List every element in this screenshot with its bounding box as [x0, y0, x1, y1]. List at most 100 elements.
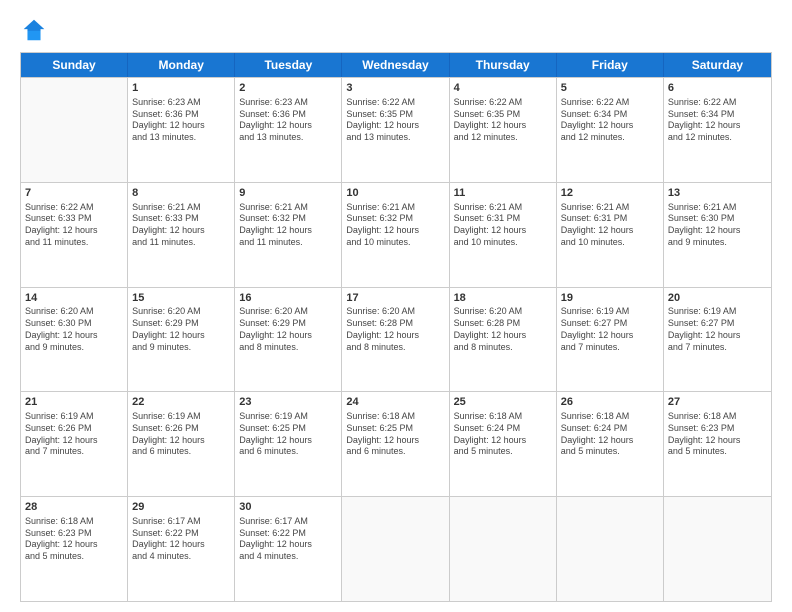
- cell-info: Sunrise: 6:18 AM Sunset: 6:25 PM Dayligh…: [346, 411, 444, 458]
- cell-info: Sunrise: 6:21 AM Sunset: 6:32 PM Dayligh…: [346, 202, 444, 249]
- cell-day-number: 15: [132, 291, 230, 306]
- cell-info: Sunrise: 6:18 AM Sunset: 6:23 PM Dayligh…: [668, 411, 767, 458]
- cell-info: Sunrise: 6:18 AM Sunset: 6:24 PM Dayligh…: [454, 411, 552, 458]
- cell-info: Sunrise: 6:21 AM Sunset: 6:33 PM Dayligh…: [132, 202, 230, 249]
- cell-day-number: 29: [132, 500, 230, 515]
- cell-info: Sunrise: 6:20 AM Sunset: 6:28 PM Dayligh…: [346, 306, 444, 353]
- calendar-body: 1 Sunrise: 6:23 AM Sunset: 6:36 PM Daylig…: [21, 77, 771, 601]
- cal-cell: 20Sunrise: 6:19 AM Sunset: 6:27 PM Dayli…: [664, 288, 771, 392]
- cell-info: Sunrise: 6:17 AM Sunset: 6:22 PM Dayligh…: [239, 516, 337, 563]
- cal-cell: 12Sunrise: 6:21 AM Sunset: 6:31 PM Dayli…: [557, 183, 664, 287]
- cell-day-number: 20: [668, 291, 767, 306]
- header-day-saturday: Saturday: [664, 53, 771, 77]
- cal-cell: [342, 497, 449, 601]
- cal-cell: 16Sunrise: 6:20 AM Sunset: 6:29 PM Dayli…: [235, 288, 342, 392]
- cell-info: Sunrise: 6:17 AM Sunset: 6:22 PM Dayligh…: [132, 516, 230, 563]
- cell-day-number: 14: [25, 291, 123, 306]
- cell-day-number: 7: [25, 186, 123, 201]
- cal-cell: 19Sunrise: 6:19 AM Sunset: 6:27 PM Dayli…: [557, 288, 664, 392]
- cal-cell: 7Sunrise: 6:22 AM Sunset: 6:33 PM Daylig…: [21, 183, 128, 287]
- page: SundayMondayTuesdayWednesdayThursdayFrid…: [0, 0, 792, 612]
- cal-cell: 18Sunrise: 6:20 AM Sunset: 6:28 PM Dayli…: [450, 288, 557, 392]
- cell-info: Sunrise: 6:19 AM Sunset: 6:26 PM Dayligh…: [132, 411, 230, 458]
- cell-day-number: 28: [25, 500, 123, 515]
- cell-day-number: 21: [25, 395, 123, 410]
- logo: [20, 16, 52, 44]
- cell-day-number: 19: [561, 291, 659, 306]
- cell-day-number: 18: [454, 291, 552, 306]
- cal-cell: 24Sunrise: 6:18 AM Sunset: 6:25 PM Dayli…: [342, 392, 449, 496]
- week-row-2: 14Sunrise: 6:20 AM Sunset: 6:30 PM Dayli…: [21, 287, 771, 392]
- week-row-3: 21Sunrise: 6:19 AM Sunset: 6:26 PM Dayli…: [21, 391, 771, 496]
- cal-cell: 28Sunrise: 6:18 AM Sunset: 6:23 PM Dayli…: [21, 497, 128, 601]
- cell-info: Sunrise: 6:20 AM Sunset: 6:28 PM Dayligh…: [454, 306, 552, 353]
- cell-day-number: 8: [132, 186, 230, 201]
- cal-cell: [450, 497, 557, 601]
- header-day-friday: Friday: [557, 53, 664, 77]
- cell-day-number: 27: [668, 395, 767, 410]
- header: [20, 16, 772, 44]
- cal-cell: 21Sunrise: 6:19 AM Sunset: 6:26 PM Dayli…: [21, 392, 128, 496]
- calendar-header: SundayMondayTuesdayWednesdayThursdayFrid…: [21, 53, 771, 77]
- cal-cell: [664, 497, 771, 601]
- cell-info: Sunrise: 6:21 AM Sunset: 6:31 PM Dayligh…: [454, 202, 552, 249]
- cal-cell: 10Sunrise: 6:21 AM Sunset: 6:32 PM Dayli…: [342, 183, 449, 287]
- cell-day-number: 1: [132, 81, 230, 96]
- cal-cell: 30Sunrise: 6:17 AM Sunset: 6:22 PM Dayli…: [235, 497, 342, 601]
- header-day-monday: Monday: [128, 53, 235, 77]
- cal-cell: 29Sunrise: 6:17 AM Sunset: 6:22 PM Dayli…: [128, 497, 235, 601]
- cell-day-number: 3: [346, 81, 444, 96]
- cal-cell: 15Sunrise: 6:20 AM Sunset: 6:29 PM Dayli…: [128, 288, 235, 392]
- cell-info: Sunrise: 6:21 AM Sunset: 6:32 PM Dayligh…: [239, 202, 337, 249]
- cell-day-number: 12: [561, 186, 659, 201]
- cal-cell: 11Sunrise: 6:21 AM Sunset: 6:31 PM Dayli…: [450, 183, 557, 287]
- cell-info: Sunrise: 6:22 AM Sunset: 6:33 PM Dayligh…: [25, 202, 123, 249]
- header-day-sunday: Sunday: [21, 53, 128, 77]
- cell-day-number: 10: [346, 186, 444, 201]
- week-row-0: 1 Sunrise: 6:23 AM Sunset: 6:36 PM Daylig…: [21, 77, 771, 182]
- cell-day-number: 23: [239, 395, 337, 410]
- cell-day-number: 16: [239, 291, 337, 306]
- cal-cell: 14Sunrise: 6:20 AM Sunset: 6:30 PM Dayli…: [21, 288, 128, 392]
- week-row-1: 7Sunrise: 6:22 AM Sunset: 6:33 PM Daylig…: [21, 182, 771, 287]
- cell-info: Sunrise: 6:19 AM Sunset: 6:26 PM Dayligh…: [25, 411, 123, 458]
- cell-day-number: 24: [346, 395, 444, 410]
- cell-info: Sunrise: 6:20 AM Sunset: 6:30 PM Dayligh…: [25, 306, 123, 353]
- cell-day-number: 30: [239, 500, 337, 515]
- cal-cell: 23Sunrise: 6:19 AM Sunset: 6:25 PM Dayli…: [235, 392, 342, 496]
- cell-day-number: 9: [239, 186, 337, 201]
- cal-cell: [557, 497, 664, 601]
- cal-cell: 4Sunrise: 6:22 AM Sunset: 6:35 PM Daylig…: [450, 78, 557, 182]
- cell-info: Sunrise: 6:22 AM Sunset: 6:35 PM Dayligh…: [346, 97, 444, 144]
- cell-info: Sunrise: 6:20 AM Sunset: 6:29 PM Dayligh…: [132, 306, 230, 353]
- cell-info: Sunrise: 6:22 AM Sunset: 6:35 PM Dayligh…: [454, 97, 552, 144]
- cell-day-number: 25: [454, 395, 552, 410]
- header-day-wednesday: Wednesday: [342, 53, 449, 77]
- cell-day-number: 6: [668, 81, 767, 96]
- cal-cell: 25Sunrise: 6:18 AM Sunset: 6:24 PM Dayli…: [450, 392, 557, 496]
- cell-info: Sunrise: 6:22 AM Sunset: 6:34 PM Dayligh…: [668, 97, 767, 144]
- cell-day-number: 13: [668, 186, 767, 201]
- cell-info: Sunrise: 6:22 AM Sunset: 6:34 PM Dayligh…: [561, 97, 659, 144]
- cal-cell: 27Sunrise: 6:18 AM Sunset: 6:23 PM Dayli…: [664, 392, 771, 496]
- cell-day-number: 4: [454, 81, 552, 96]
- cal-cell: 22Sunrise: 6:19 AM Sunset: 6:26 PM Dayli…: [128, 392, 235, 496]
- cell-info: Sunrise: 6:21 AM Sunset: 6:31 PM Dayligh…: [561, 202, 659, 249]
- cell-day-number: 11: [454, 186, 552, 201]
- cell-info: Sunrise: 6:23 AM Sunset: 6:36 PM Dayligh…: [239, 97, 337, 144]
- cell-day-number: 26: [561, 395, 659, 410]
- logo-icon: [20, 16, 48, 44]
- cal-cell: [21, 78, 128, 182]
- cal-cell: 13Sunrise: 6:21 AM Sunset: 6:30 PM Dayli…: [664, 183, 771, 287]
- cal-cell: 26Sunrise: 6:18 AM Sunset: 6:24 PM Dayli…: [557, 392, 664, 496]
- week-row-4: 28Sunrise: 6:18 AM Sunset: 6:23 PM Dayli…: [21, 496, 771, 601]
- cal-cell: 2Sunrise: 6:23 AM Sunset: 6:36 PM Daylig…: [235, 78, 342, 182]
- cell-info: Sunrise: 6:21 AM Sunset: 6:30 PM Dayligh…: [668, 202, 767, 249]
- cal-cell: 1Sunrise: 6:23 AM Sunset: 6:36 PM Daylig…: [128, 78, 235, 182]
- header-day-tuesday: Tuesday: [235, 53, 342, 77]
- cell-info: Sunrise: 6:19 AM Sunset: 6:25 PM Dayligh…: [239, 411, 337, 458]
- cell-day-number: 22: [132, 395, 230, 410]
- calendar: SundayMondayTuesdayWednesdayThursdayFrid…: [20, 52, 772, 602]
- cal-cell: 8Sunrise: 6:21 AM Sunset: 6:33 PM Daylig…: [128, 183, 235, 287]
- cell-info: Sunrise: 6:19 AM Sunset: 6:27 PM Dayligh…: [561, 306, 659, 353]
